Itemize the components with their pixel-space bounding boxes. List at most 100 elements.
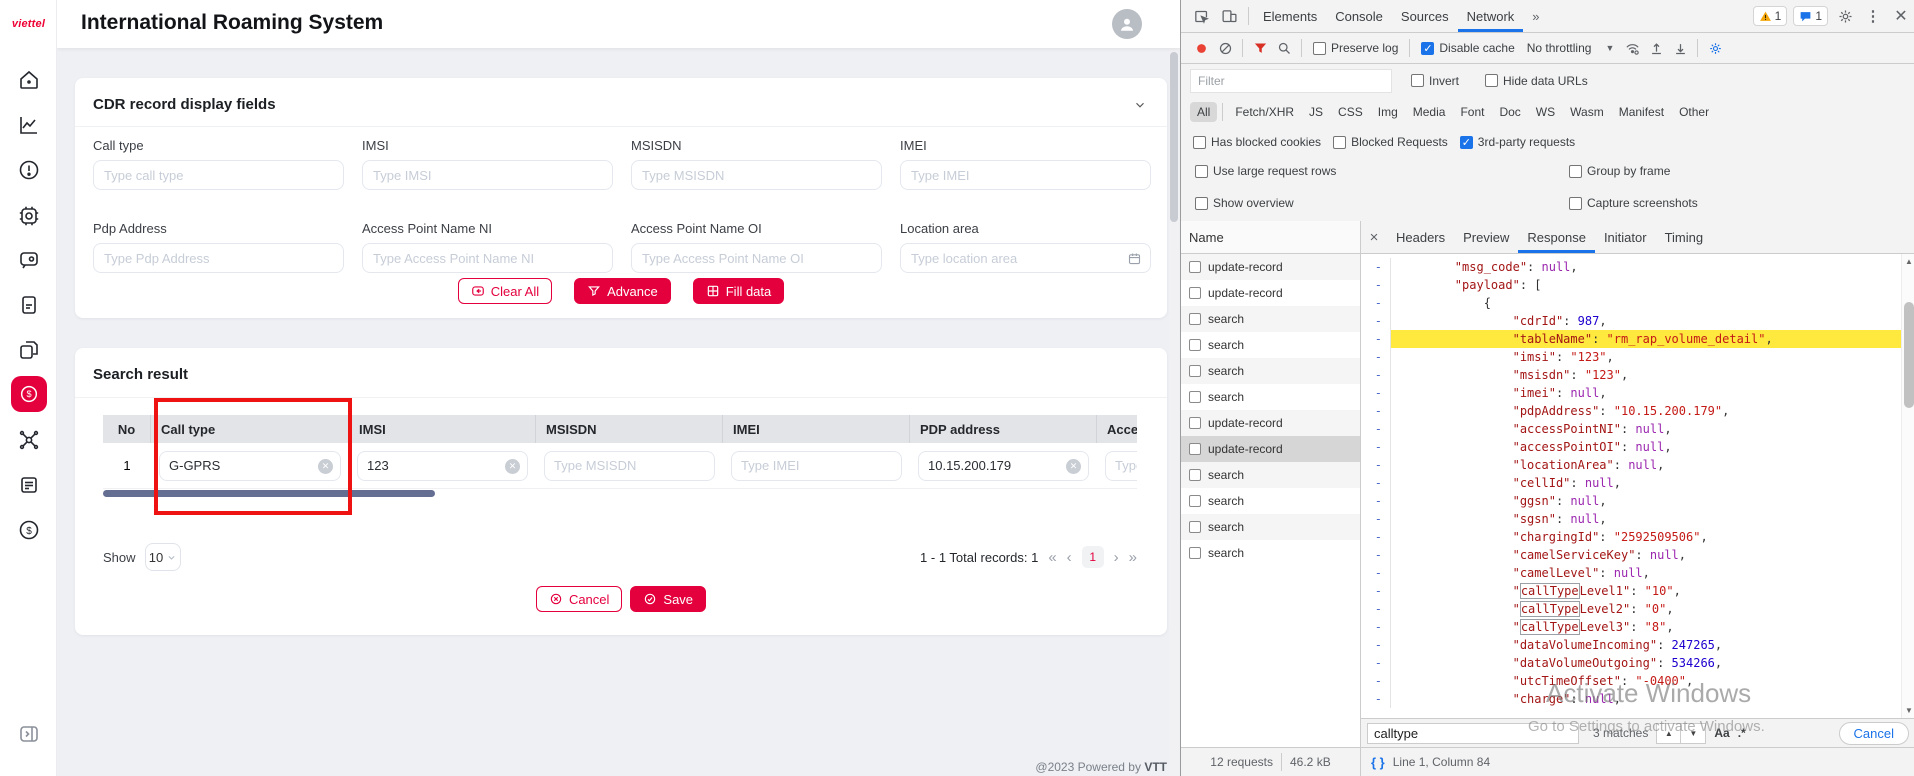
detail-tab-response[interactable]: Response: [1518, 221, 1595, 253]
horizontal-scrollbar[interactable]: [103, 490, 1137, 498]
clear-value-icon[interactable]: ✕: [318, 459, 333, 474]
calendar-icon[interactable]: [1127, 251, 1142, 271]
fold-marker[interactable]: -: [1361, 564, 1391, 582]
checkbox-box[interactable]: [1195, 165, 1208, 178]
field-input[interactable]: [363, 161, 612, 189]
export-har-icon[interactable]: [1668, 36, 1692, 60]
checkbox-group-by-frame[interactable]: Group by frame: [1569, 164, 1670, 178]
clear-icon[interactable]: [1213, 36, 1237, 60]
next-page-button[interactable]: ›: [1114, 549, 1119, 566]
alert-icon[interactable]: [17, 158, 41, 182]
find-previous-button[interactable]: ▲: [1656, 723, 1681, 744]
row-input[interactable]: G-GPRS✕: [159, 451, 341, 481]
detail-tab-preview[interactable]: Preview: [1454, 221, 1518, 253]
fold-marker[interactable]: -: [1361, 672, 1391, 690]
checkbox-use-large-request-rows[interactable]: Use large request rows: [1195, 164, 1336, 178]
field-input[interactable]: [363, 244, 612, 272]
column-header-call-type[interactable]: Call type: [151, 415, 349, 443]
detail-tab-timing[interactable]: Timing: [1656, 221, 1713, 253]
current-page[interactable]: 1: [1082, 546, 1104, 568]
home-icon[interactable]: [17, 68, 41, 92]
checkbox-box[interactable]: [1333, 136, 1346, 149]
page-size-select[interactable]: 10: [145, 543, 181, 571]
scroll-down-icon[interactable]: ▼: [1902, 706, 1914, 715]
tab-sources[interactable]: Sources: [1392, 0, 1458, 32]
request-checkbox[interactable]: [1189, 417, 1201, 429]
issues-badge[interactable]: 1: [1793, 6, 1828, 26]
save-button[interactable]: Save: [630, 586, 706, 612]
request-checkbox[interactable]: [1189, 313, 1201, 325]
invert-checkbox[interactable]: Invert: [1411, 74, 1459, 88]
request-checkbox[interactable]: [1189, 495, 1201, 507]
fold-marker[interactable]: -: [1361, 438, 1391, 456]
disable-cache-checkbox[interactable]: Disable cache: [1421, 41, 1514, 55]
filter-icon[interactable]: [1248, 36, 1272, 60]
request-checkbox[interactable]: [1189, 521, 1201, 533]
fold-marker[interactable]: -: [1361, 600, 1391, 618]
chip-fetch-xhr[interactable]: Fetch/XHR: [1228, 102, 1301, 122]
network-settings-icon[interactable]: [1703, 36, 1727, 60]
search-icon[interactable]: [1272, 36, 1296, 60]
fold-marker[interactable]: -: [1361, 582, 1391, 600]
warnings-badge[interactable]: 1: [1753, 6, 1788, 26]
request-row[interactable]: search: [1181, 462, 1360, 488]
fold-marker[interactable]: -: [1361, 510, 1391, 528]
request-row[interactable]: update-record: [1181, 254, 1360, 280]
field-input[interactable]: [901, 161, 1150, 189]
find-input[interactable]: [1367, 723, 1579, 744]
prev-page-button[interactable]: ‹: [1067, 549, 1072, 566]
chip-all[interactable]: All: [1190, 102, 1217, 122]
find-next-button[interactable]: ▼: [1681, 723, 1706, 744]
checkbox-box[interactable]: [1460, 136, 1473, 149]
request-checkbox[interactable]: [1189, 469, 1201, 481]
chip-manifest[interactable]: Manifest: [1612, 102, 1671, 122]
fold-marker[interactable]: -: [1361, 258, 1391, 276]
chip-media[interactable]: Media: [1406, 102, 1453, 122]
column-header-imsi[interactable]: IMSI: [349, 415, 536, 443]
column-header-access[interactable]: Access: [1097, 415, 1137, 443]
fold-marker[interactable]: -: [1361, 366, 1391, 384]
name-column-header[interactable]: Name: [1181, 221, 1360, 254]
advance-button[interactable]: Advance: [574, 278, 671, 304]
fold-marker[interactable]: -: [1361, 330, 1391, 348]
regex-button[interactable]: .*: [1738, 726, 1746, 740]
throttling-select[interactable]: No throttling ▼: [1527, 41, 1615, 55]
request-row[interactable]: search: [1181, 384, 1360, 410]
find-cancel-button[interactable]: Cancel: [1839, 722, 1909, 745]
request-checkbox[interactable]: [1189, 443, 1201, 455]
vertical-scrollbar[interactable]: ▲ ▼: [1901, 254, 1914, 718]
request-row[interactable]: search: [1181, 358, 1360, 384]
checkbox-box[interactable]: [1569, 197, 1582, 210]
request-row[interactable]: update-record: [1181, 280, 1360, 306]
copy-icon[interactable]: [17, 338, 41, 362]
first-page-button[interactable]: «: [1048, 549, 1056, 566]
tab-console[interactable]: Console: [1326, 0, 1392, 32]
fold-marker[interactable]: -: [1361, 312, 1391, 330]
kebab-menu-icon[interactable]: ⋮: [1859, 7, 1887, 25]
fold-marker[interactable]: -: [1361, 528, 1391, 546]
collapse-panel-icon[interactable]: [17, 722, 41, 746]
request-checkbox[interactable]: [1189, 391, 1201, 403]
chip-settings-icon[interactable]: [17, 204, 41, 228]
checkbox-capture-screenshots[interactable]: Capture screenshots: [1569, 196, 1698, 210]
field-input[interactable]: [632, 161, 881, 189]
fold-marker[interactable]: -: [1361, 636, 1391, 654]
checkbox-blocked-requests[interactable]: Blocked Requests: [1333, 135, 1448, 149]
close-detail-icon[interactable]: ×: [1361, 221, 1387, 253]
fold-marker[interactable]: -: [1361, 474, 1391, 492]
request-checkbox[interactable]: [1189, 547, 1201, 559]
request-checkbox[interactable]: [1189, 287, 1201, 299]
avatar[interactable]: [1112, 9, 1142, 39]
row-input[interactable]: Type: [1105, 451, 1137, 481]
inspect-element-icon[interactable]: [1187, 0, 1215, 32]
chat-icon[interactable]: [17, 248, 41, 272]
chevron-down-icon[interactable]: [1133, 98, 1147, 117]
request-checkbox[interactable]: [1189, 365, 1201, 377]
network-nodes-icon[interactable]: [17, 428, 41, 452]
detail-tab-headers[interactable]: Headers: [1387, 221, 1454, 253]
close-devtools-icon[interactable]: ✕: [1887, 6, 1914, 26]
request-row[interactable]: update-record: [1181, 410, 1360, 436]
row-input[interactable]: Type MSISDN: [544, 451, 715, 481]
hide-data-urls-checkbox[interactable]: Hide data URLs: [1485, 74, 1588, 88]
settings-gear-icon[interactable]: [1831, 8, 1859, 25]
